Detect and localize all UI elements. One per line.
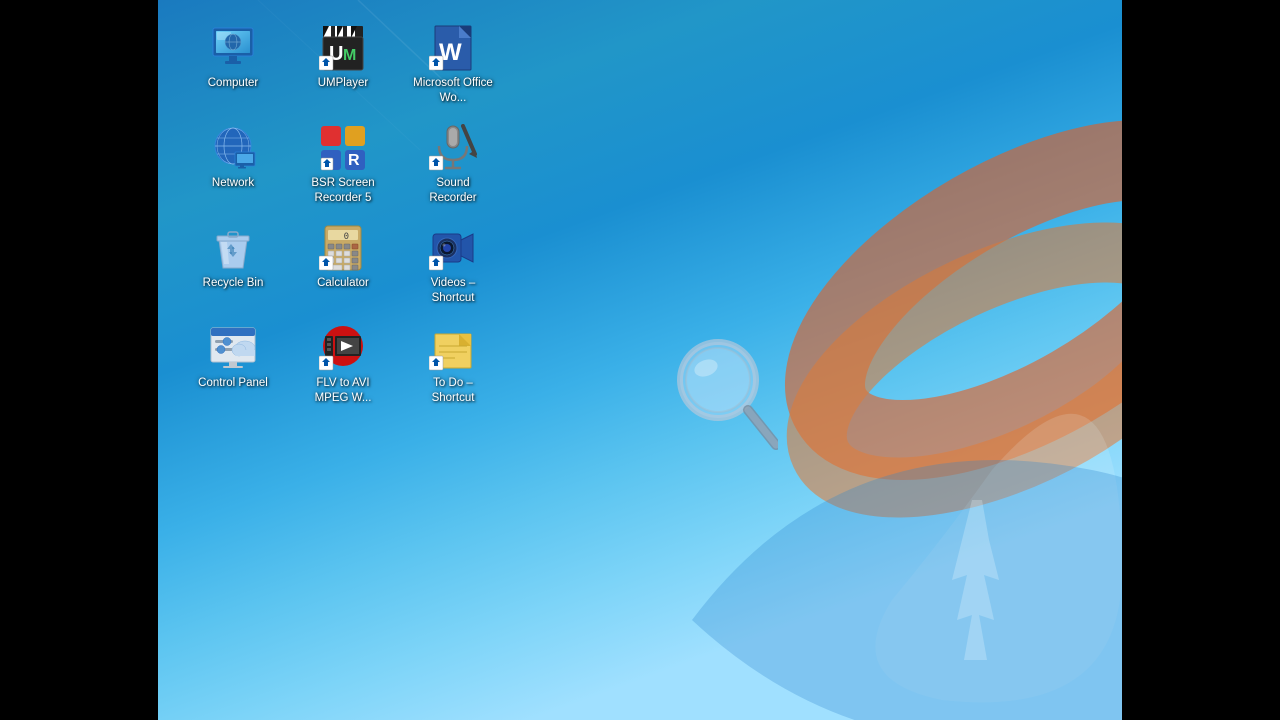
network-label: Network <box>212 176 254 191</box>
msword-icon-img: W <box>429 24 477 72</box>
flvtoavi-icon-img <box>319 324 367 372</box>
todo-icon-img <box>429 324 477 372</box>
desktop: Computer <box>0 0 1280 720</box>
icon-soundrecorder[interactable]: Sound Recorder <box>408 120 498 210</box>
black-bar-left <box>0 0 158 720</box>
calculator-label: Calculator <box>317 276 369 291</box>
icon-umplayer[interactable]: U M UMPlayer <box>298 20 388 110</box>
icon-controlpanel[interactable]: Control Panel <box>188 320 278 410</box>
videos-label: Videos – Shortcut <box>412 276 494 306</box>
svg-text:M: M <box>343 47 356 64</box>
computer-icon-img <box>209 24 257 72</box>
icon-todo[interactable]: To Do – Shortcut <box>408 320 498 410</box>
soundrecorder-icon-img <box>429 124 477 172</box>
bsr-label: BSR Screen Recorder 5 <box>302 176 384 206</box>
icon-calculator[interactable]: 0 <box>298 220 388 310</box>
umplayer-icon-img: U M <box>319 24 367 72</box>
icon-recyclebin[interactable]: Recycle Bin <box>188 220 278 310</box>
icon-bsr[interactable]: R BSR Screen Recorder 5 <box>298 120 388 210</box>
soundrecorder-label: Sound Recorder <box>412 176 494 206</box>
icon-flvtoavi[interactable]: FLV to AVI MPEG W... <box>298 320 388 410</box>
icon-network[interactable]: Network <box>188 120 278 210</box>
recyclebin-icon-img <box>209 224 257 272</box>
black-bar-right <box>1122 0 1280 720</box>
icons-grid: Computer <box>178 10 518 420</box>
controlpanel-icon-img <box>209 324 257 372</box>
videos-icon-img <box>429 224 477 272</box>
todo-label: To Do – Shortcut <box>412 376 494 406</box>
calculator-icon-img: 0 <box>319 224 367 272</box>
network-icon-img <box>209 124 257 172</box>
umplayer-label: UMPlayer <box>318 76 368 91</box>
icon-computer[interactable]: Computer <box>188 20 278 110</box>
bsr-icon-img: R <box>319 124 367 172</box>
magnifying-glass <box>668 330 778 460</box>
desktop-area: Computer <box>158 0 1122 720</box>
icon-videos[interactable]: Videos – Shortcut <box>408 220 498 310</box>
svg-text:0: 0 <box>344 232 349 242</box>
computer-label: Computer <box>208 76 259 91</box>
controlpanel-label: Control Panel <box>198 376 268 391</box>
recyclebin-label: Recycle Bin <box>203 276 264 291</box>
icon-msword[interactable]: W Microsoft Office Wo... <box>408 20 498 110</box>
svg-text:R: R <box>348 152 360 169</box>
msword-label: Microsoft Office Wo... <box>412 76 494 106</box>
flvtoavi-label: FLV to AVI MPEG W... <box>302 376 384 406</box>
